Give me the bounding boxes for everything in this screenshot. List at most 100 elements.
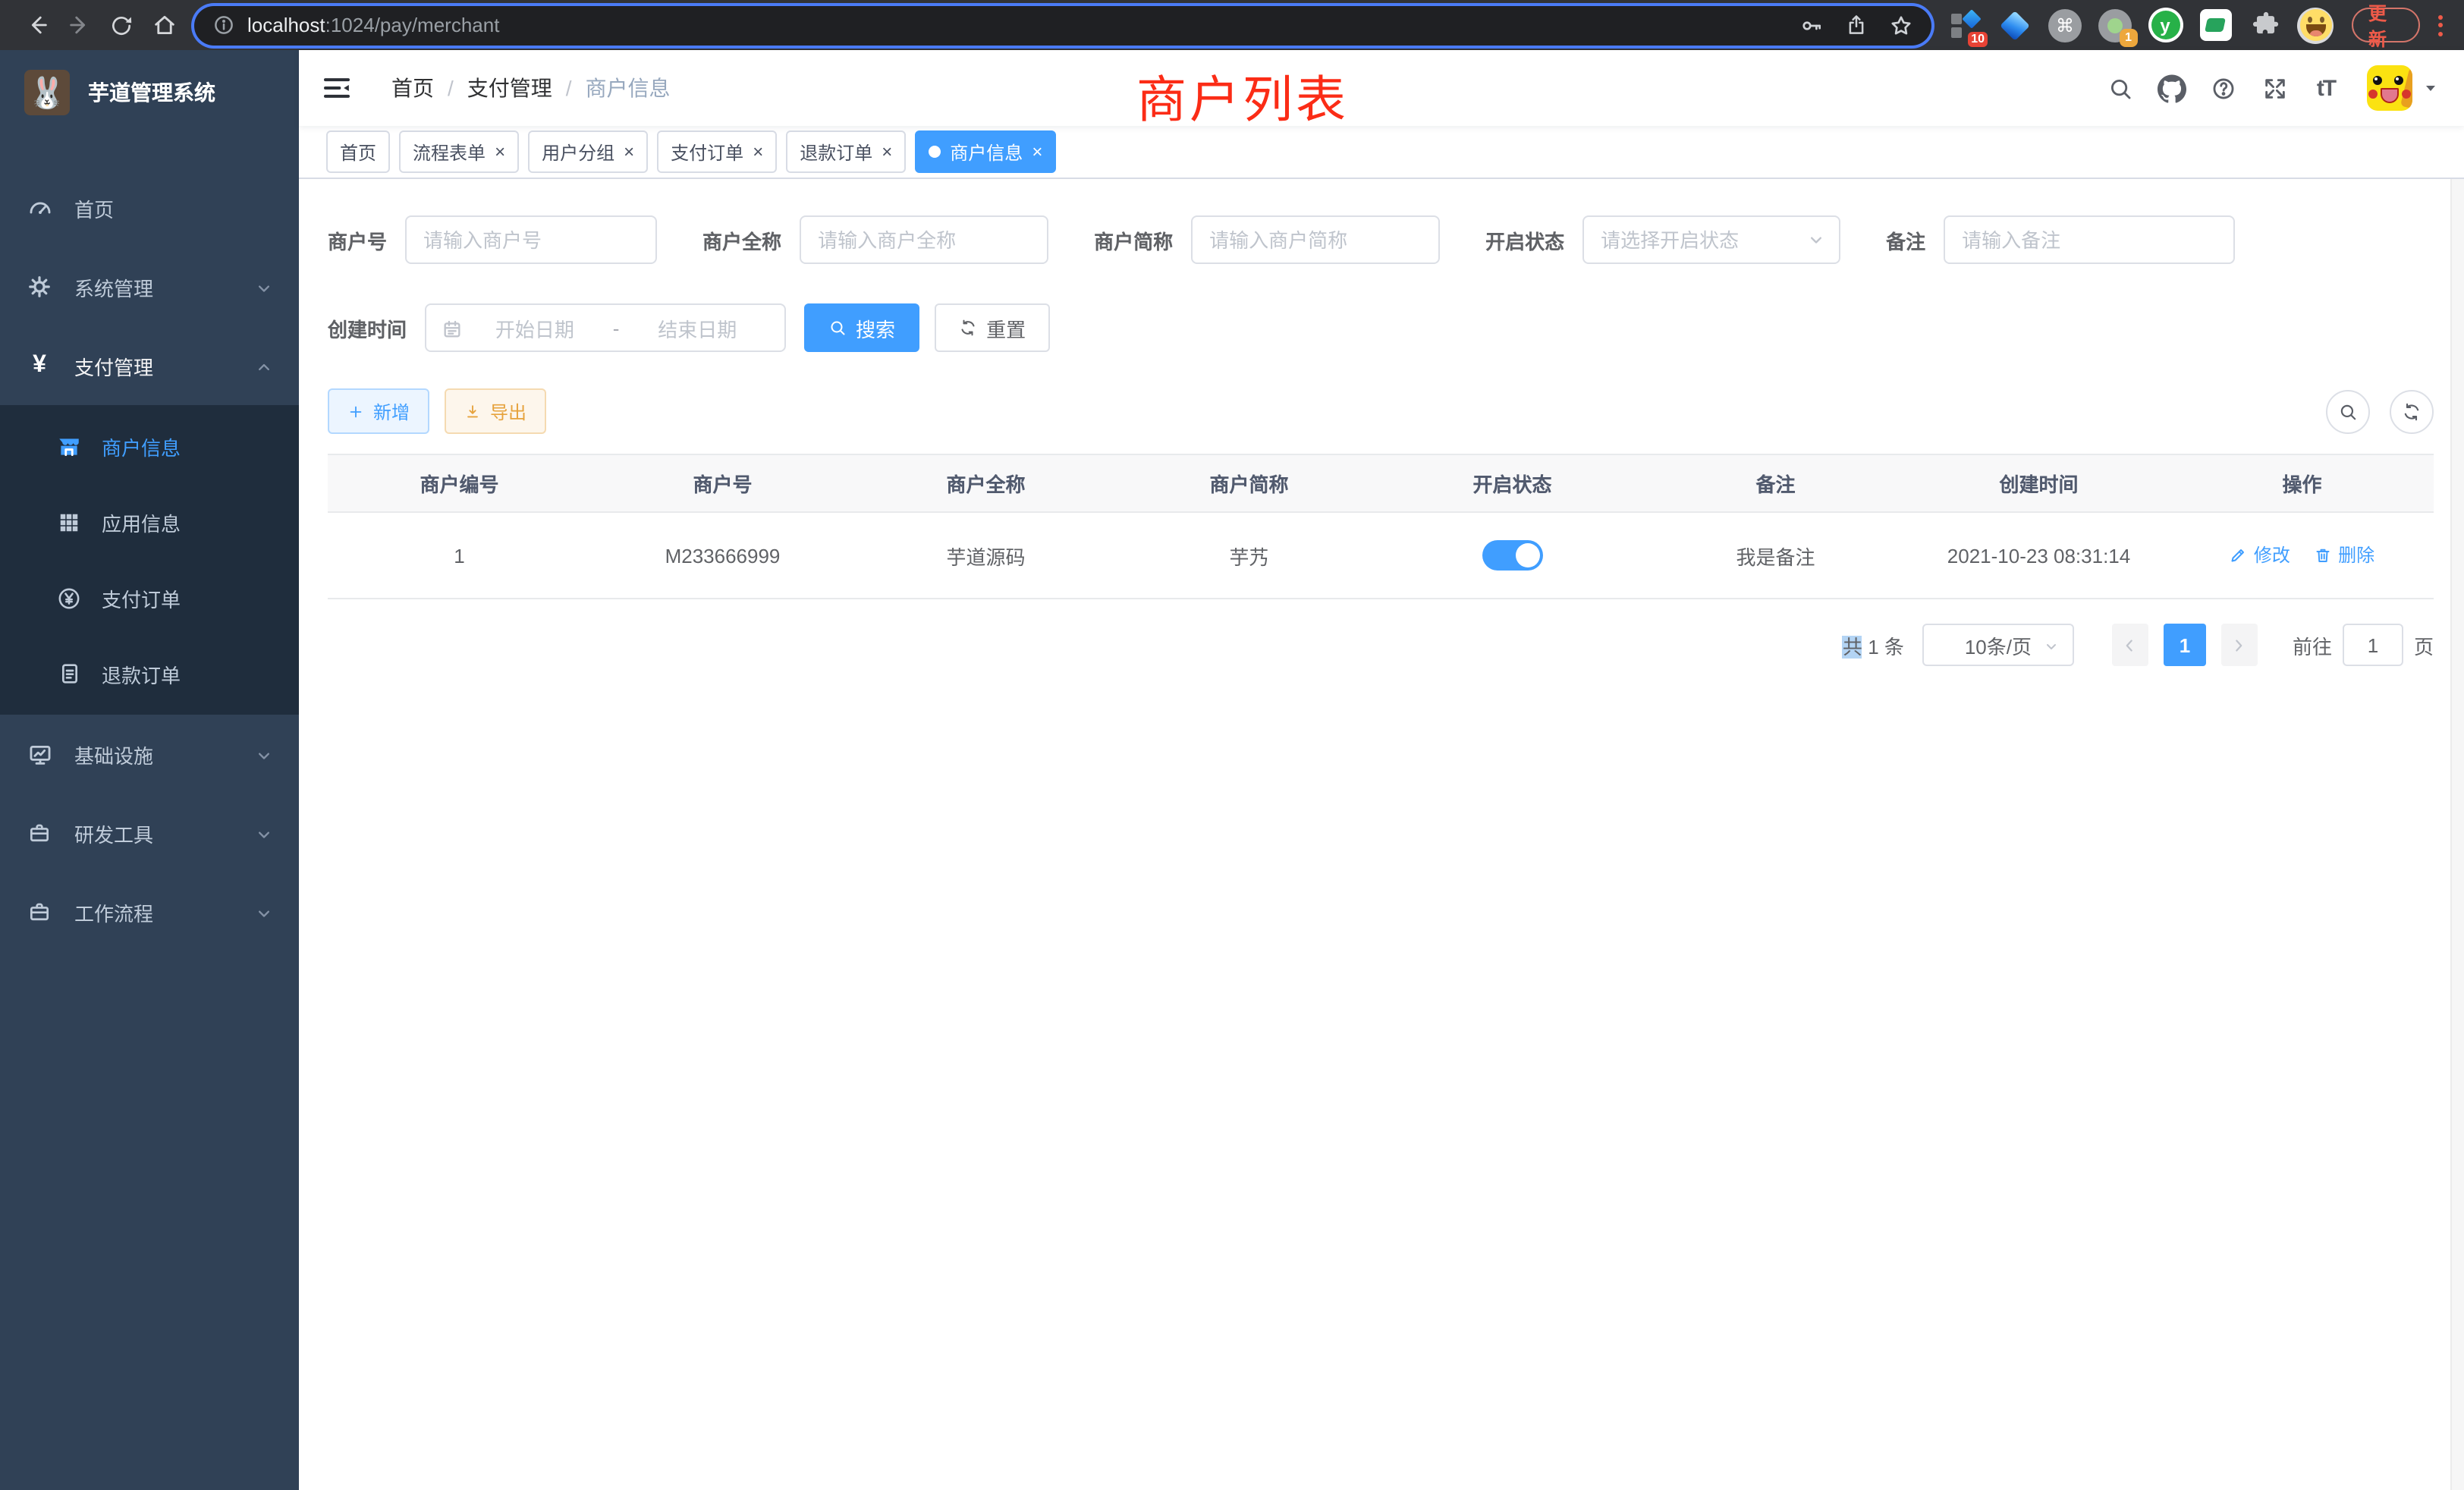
toggle-search-button[interactable] [2326,389,2370,433]
header-search-icon[interactable] [2094,62,2145,114]
avatar-caret-icon[interactable] [2422,74,2440,102]
col-status: 开启状态 [1381,454,1644,512]
next-page-button[interactable] [2221,624,2258,666]
payment-submenu: 商户信息 应用信息 支付订单 退款订单 [0,405,299,715]
close-icon[interactable]: × [495,143,505,161]
reset-button-label: 重置 [986,313,1026,342]
short-name-input[interactable] [1191,215,1440,264]
browser-profile-avatar[interactable] [2297,7,2334,43]
tab-home[interactable]: 首页 [326,130,390,173]
share-icon[interactable] [1845,14,1868,36]
page-size-select[interactable]: 10条/页 [1922,624,2074,666]
goto-label: 前往 [2293,630,2332,659]
col-create-time: 创建时间 [1907,454,2170,512]
date-range-picker[interactable]: 开始日期 - 结束日期 [425,303,786,352]
remark-input[interactable] [1944,215,2235,264]
help-icon[interactable] [2197,62,2249,114]
browser-forward-button[interactable] [58,4,100,46]
table-tools [2326,389,2434,433]
extension-recorder-icon[interactable]: 1 [2097,7,2133,43]
browser-home-button[interactable] [143,4,185,46]
github-icon[interactable] [2145,62,2197,114]
col-short-name: 商户简称 [1117,454,1381,512]
sidebar-item-merchant-info[interactable]: 商户信息 [0,408,299,484]
tab-merchant-info[interactable]: 商户信息 × [915,130,1056,173]
breadcrumb-home[interactable]: 首页 [391,73,434,103]
chevron-down-icon [253,275,275,298]
sidebar-toggle-icon[interactable] [322,73,352,103]
breadcrumb-payment[interactable]: 支付管理 [467,73,552,103]
sidebar-item-payment[interactable]: ¥ 支付管理 [0,326,299,405]
edit-link[interactable]: 修改 [2230,542,2290,568]
helper-square-icon [1951,27,1962,37]
add-button[interactable]: 新增 [328,388,429,434]
password-key-icon[interactable] [1799,13,1824,37]
tab-process-form[interactable]: 流程表单× [399,130,519,173]
merchant-table: 商户编号 商户号 商户全称 商户简称 开启状态 备注 创建时间 操作 1 [328,454,2434,599]
fullscreen-icon[interactable] [2249,62,2300,114]
helper-diamond-icon [1962,8,1981,27]
sidebar-item-dev-tools[interactable]: 研发工具 [0,794,299,872]
user-avatar[interactable] [2367,65,2412,111]
page-scrollbar[interactable] [2450,50,2464,1490]
sidebar-item-system[interactable]: 系统管理 [0,247,299,326]
close-icon[interactable]: × [1032,143,1042,161]
tab-label: 商户信息 [950,139,1023,165]
export-button[interactable]: 导出 [445,388,546,434]
merchant-no-input[interactable] [405,215,657,264]
tab-user-group[interactable]: 用户分组× [528,130,648,173]
table-toolbar: 新增 导出 [328,388,2434,434]
chevron-up-icon [253,354,275,377]
start-date-placeholder[interactable]: 开始日期 [463,313,607,342]
briefcase-icon [26,898,53,926]
site-info-icon[interactable] [212,14,235,36]
address-bar[interactable]: localhost:1024/pay/merchant [194,5,1931,45]
browser-update-button[interactable]: 更新 [2352,8,2420,42]
sidebar-item-label: 支付订单 [102,583,181,612]
page-number-1[interactable]: 1 [2164,624,2206,666]
yen-icon: ¥ [26,352,53,379]
extensions-puzzle-icon[interactable] [2247,7,2283,43]
url-text[interactable]: localhost:1024/pay/merchant [247,14,1778,36]
dashboard-icon [26,194,53,222]
extension-gem-icon[interactable] [1997,7,2033,43]
sidebar-logo[interactable]: 🐰 芋道管理系统 [0,50,299,135]
extension-command-icon[interactable]: ⌘ [2047,7,2083,43]
browser-menu-icon[interactable] [2432,8,2449,42]
full-name-input[interactable] [800,215,1048,264]
sidebar-item-home[interactable]: 首页 [0,168,299,247]
sidebar-item-workflow[interactable]: 工作流程 [0,872,299,951]
tab-pay-order[interactable]: 支付订单 × [657,130,777,173]
status-select[interactable] [1582,215,1840,264]
extension-badge: 1 [2119,28,2138,46]
browser-reload-button[interactable] [100,4,143,46]
refresh-table-button[interactable] [2390,389,2434,433]
sidebar-item-app-info[interactable]: 应用信息 [0,484,299,560]
font-size-icon[interactable]: tT [2300,62,2352,114]
extension-helper-icon[interactable]: 10 [1947,7,1983,43]
col-actions: 操作 [2170,454,2434,512]
prev-page-button[interactable] [2112,624,2148,666]
sidebar-item-refund-order[interactable]: 退款订单 [0,636,299,712]
search-button[interactable]: 搜索 [804,303,919,352]
breadcrumb-separator: / [448,76,454,100]
sidebar-item-pay-order[interactable]: 支付订单 [0,560,299,636]
total-suffix: 条 [1884,635,1904,658]
browser-back-button[interactable] [15,4,58,46]
reset-button[interactable]: 重置 [935,303,1050,352]
close-icon[interactable]: × [882,143,892,161]
bookmark-star-icon[interactable] [1889,13,1913,37]
end-date-placeholder[interactable]: 结束日期 [625,313,769,342]
status-toggle[interactable] [1482,540,1543,571]
delete-link[interactable]: 删除 [2314,542,2374,568]
cell-merchant-id: M233666999 [591,512,854,599]
sidebar-item-infrastructure[interactable]: 基础设施 [0,715,299,794]
extension-y-icon[interactable]: y [2147,7,2183,43]
tab-label: 支付订单 [671,139,743,165]
field-label: 创建时间 [328,313,407,342]
tab-refund-order[interactable]: 退款订单× [786,130,906,173]
close-icon[interactable]: × [753,143,763,161]
close-icon[interactable]: × [624,143,634,161]
goto-page-input[interactable] [2343,624,2403,666]
extension-note-icon[interactable] [2197,7,2233,43]
